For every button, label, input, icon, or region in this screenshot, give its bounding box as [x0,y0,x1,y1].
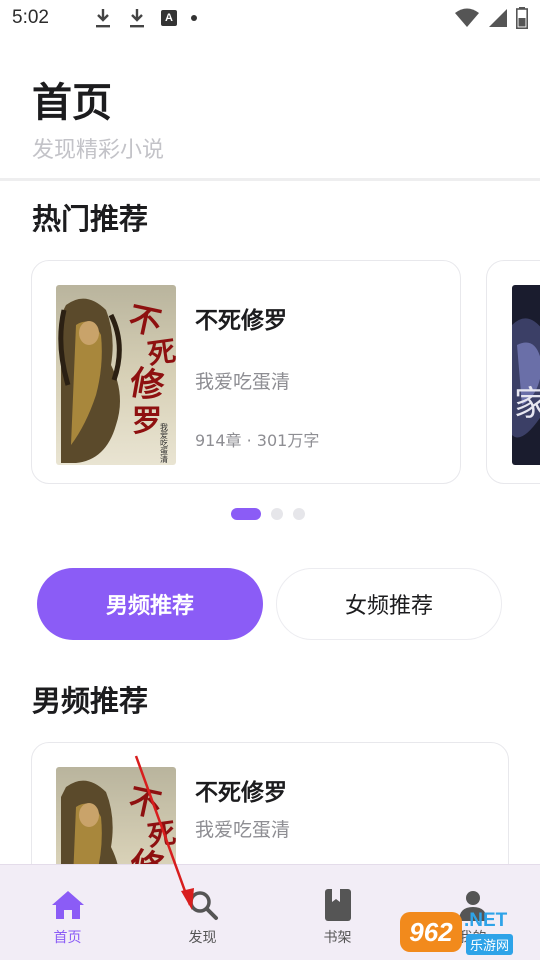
system-icons [454,7,528,29]
notification-icons: A [93,7,197,29]
watermark-logo: 962 [400,912,462,952]
book-title: 不死修罗 [195,308,287,334]
battery-icon [516,7,528,29]
download-icon [129,9,144,28]
wifi-icon [455,8,479,27]
header-divider [0,178,540,181]
nav-label: 书架 [323,930,352,946]
carousel-pagination [231,508,305,520]
page-title: 首页 [32,80,112,126]
book-author: 我爱吃蛋清 [195,819,291,841]
book-icon [320,887,356,923]
site-watermark: 962 .NET 乐游网 [400,908,532,956]
svg-text:我爱吃蛋清: 我爱吃蛋清 [160,422,169,464]
book-stats: 914章 · 301万字 [195,431,320,450]
page-subtitle: 发现精彩小说 [32,138,165,163]
status-bar: 5:02 A [0,0,540,36]
nav-label: 发现 [188,930,217,946]
book-cover-art: 不 死 修 罗 我爱吃蛋清 [56,285,176,465]
carousel-dot[interactable] [271,508,283,520]
hot-section-title: 热门推荐 [32,202,149,236]
book-author: 我爱吃蛋清 [195,371,291,393]
watermark-net: .NET [464,910,508,931]
book-cover-art: 家 [512,285,540,465]
featured-book-card[interactable]: 不 死 修 罗 我爱吃蛋清 不死修罗 我爱吃蛋清 914章 · 301万字 [31,260,461,484]
carousel-dot-active[interactable] [231,508,261,520]
hot-carousel[interactable]: 不 死 修 罗 我爱吃蛋清 不死修罗 我爱吃蛋清 914章 · 301万字 家 [0,260,540,484]
nav-item-home[interactable]: 首页 [0,865,135,960]
nav-label: 首页 [53,930,82,946]
book-title: 不死修罗 [195,780,287,806]
search-icon [185,887,221,923]
next-book-card[interactable]: 家 [486,260,540,484]
download-icon [95,9,110,28]
dot-icon [190,15,197,21]
signal-icon [489,9,507,27]
male-section-title: 男频推荐 [32,684,149,718]
nav-item-bookshelf[interactable]: 书架 [270,865,405,960]
status-time: 5:02 [12,7,49,28]
tab-female-recommend[interactable]: 女频推荐 [276,568,502,640]
svg-text:家: 家 [514,384,540,424]
nav-item-discover[interactable]: 发现 [135,865,270,960]
svg-text:罗: 罗 [132,404,162,439]
carousel-dot[interactable] [293,508,305,520]
book-cover: 不 死 修 罗 我爱吃蛋清 [56,285,176,465]
home-icon [50,887,86,923]
watermark-site: 乐游网 [466,934,514,955]
a-icon: A [160,10,177,26]
tab-male-recommend[interactable]: 男频推荐 [37,568,263,640]
book-cover: 家 [512,285,540,465]
